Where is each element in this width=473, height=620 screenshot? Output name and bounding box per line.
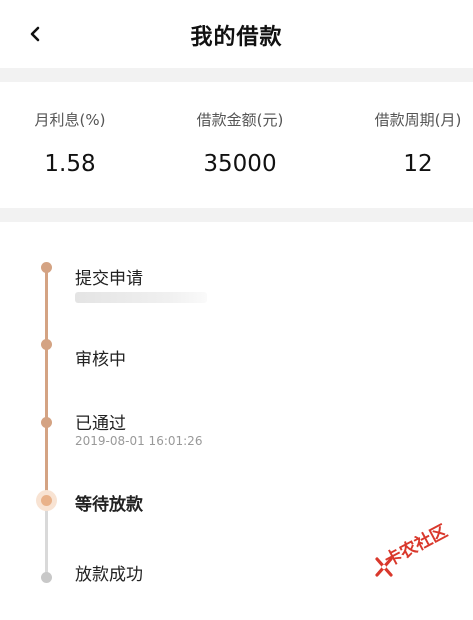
timeline-line-completed bbox=[45, 267, 48, 500]
stat-label: 借款金额(元) bbox=[196, 111, 284, 129]
timeline-dot-done bbox=[41, 262, 52, 273]
step-time-redacted bbox=[75, 292, 207, 303]
watermark-logo: 卡农社区 bbox=[373, 521, 473, 600]
stat-label: 借款周期(月) bbox=[374, 111, 462, 129]
step-time-approved: 2019-08-01 16:01:26 bbox=[75, 434, 203, 448]
header-bar: 我的借款 bbox=[0, 0, 473, 68]
step-title-disbursed: 放款成功 bbox=[75, 565, 143, 585]
section-divider bbox=[0, 68, 473, 82]
step-title-approved: 已通过 bbox=[75, 414, 126, 434]
step-title-submit: 提交申请 bbox=[75, 269, 143, 289]
timeline-dot-current bbox=[41, 495, 52, 506]
timeline-line-pending bbox=[45, 500, 48, 578]
loan-summary: 月利息(%) 1.58 借款金额(元) 35000 借款周期(月) 12 bbox=[0, 82, 473, 208]
step-title-awaiting-disbursement: 等待放款 bbox=[75, 495, 143, 515]
timeline-dot-done bbox=[41, 339, 52, 350]
stat-value: 12 bbox=[403, 151, 433, 177]
stat-value: 1.58 bbox=[44, 151, 96, 177]
stat-label: 月利息(%) bbox=[34, 111, 106, 129]
timeline-dot-done bbox=[41, 417, 52, 428]
stat-value: 35000 bbox=[203, 151, 277, 177]
section-divider bbox=[0, 208, 473, 222]
page-title: 我的借款 bbox=[190, 25, 283, 50]
timeline-dot-pending bbox=[41, 572, 52, 583]
step-title-review: 审核中 bbox=[75, 350, 126, 370]
